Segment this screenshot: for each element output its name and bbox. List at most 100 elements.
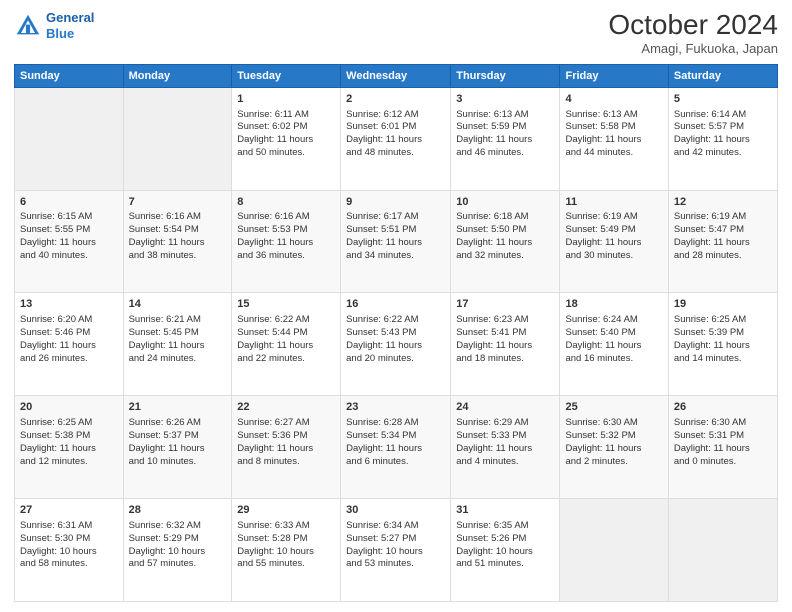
calendar-cell: 28Sunrise: 6:32 AMSunset: 5:29 PMDayligh…: [123, 499, 232, 602]
day-header-sunday: Sunday: [15, 64, 124, 87]
calendar-cell: 19Sunrise: 6:25 AMSunset: 5:39 PMDayligh…: [668, 293, 777, 396]
calendar-cell: 29Sunrise: 6:33 AMSunset: 5:28 PMDayligh…: [232, 499, 341, 602]
cell-text: and 55 minutes.: [237, 558, 335, 571]
logo-general: General: [46, 10, 94, 25]
cell-text: and 28 minutes.: [674, 250, 772, 263]
day-number: 28: [129, 503, 227, 518]
cell-text: Sunrise: 6:30 AM: [565, 417, 662, 430]
cell-text: Sunset: 5:31 PM: [674, 430, 772, 443]
calendar-cell: 4Sunrise: 6:13 AMSunset: 5:58 PMDaylight…: [560, 87, 668, 190]
cell-text: Sunrise: 6:22 AM: [237, 314, 335, 327]
logo-text: General Blue: [46, 10, 94, 41]
calendar-cell: 5Sunrise: 6:14 AMSunset: 5:57 PMDaylight…: [668, 87, 777, 190]
day-number: 2: [346, 92, 445, 107]
cell-text: Sunrise: 6:18 AM: [456, 211, 554, 224]
calendar-cell: 11Sunrise: 6:19 AMSunset: 5:49 PMDayligh…: [560, 190, 668, 293]
calendar-cell: 9Sunrise: 6:17 AMSunset: 5:51 PMDaylight…: [341, 190, 451, 293]
cell-text: and 30 minutes.: [565, 250, 662, 263]
cell-text: Sunrise: 6:29 AM: [456, 417, 554, 430]
cell-text: Sunrise: 6:28 AM: [346, 417, 445, 430]
calendar-cell: 7Sunrise: 6:16 AMSunset: 5:54 PMDaylight…: [123, 190, 232, 293]
logo: General Blue: [14, 10, 94, 41]
calendar-cell: 17Sunrise: 6:23 AMSunset: 5:41 PMDayligh…: [451, 293, 560, 396]
cell-text: Daylight: 11 hours: [237, 237, 335, 250]
cell-text: and 0 minutes.: [674, 456, 772, 469]
cell-text: Sunrise: 6:14 AM: [674, 109, 772, 122]
cell-text: Sunrise: 6:15 AM: [20, 211, 118, 224]
cell-text: and 8 minutes.: [237, 456, 335, 469]
calendar-cell: 20Sunrise: 6:25 AMSunset: 5:38 PMDayligh…: [15, 396, 124, 499]
day-number: 9: [346, 195, 445, 210]
week-row-1: 1Sunrise: 6:11 AMSunset: 6:02 PMDaylight…: [15, 87, 778, 190]
calendar-cell: 27Sunrise: 6:31 AMSunset: 5:30 PMDayligh…: [15, 499, 124, 602]
cell-text: and 2 minutes.: [565, 456, 662, 469]
calendar-cell: [560, 499, 668, 602]
cell-text: Sunset: 5:53 PM: [237, 224, 335, 237]
day-number: 30: [346, 503, 445, 518]
cell-text: Sunset: 5:37 PM: [129, 430, 227, 443]
calendar-cell: 13Sunrise: 6:20 AMSunset: 5:46 PMDayligh…: [15, 293, 124, 396]
day-header-tuesday: Tuesday: [232, 64, 341, 87]
cell-text: Sunset: 5:26 PM: [456, 533, 554, 546]
cell-text: and 22 minutes.: [237, 353, 335, 366]
cell-text: Sunrise: 6:34 AM: [346, 520, 445, 533]
cell-text: Daylight: 11 hours: [237, 134, 335, 147]
week-row-3: 13Sunrise: 6:20 AMSunset: 5:46 PMDayligh…: [15, 293, 778, 396]
cell-text: and 34 minutes.: [346, 250, 445, 263]
cell-text: Daylight: 11 hours: [346, 340, 445, 353]
cell-text: Daylight: 11 hours: [456, 237, 554, 250]
cell-text: Sunset: 5:59 PM: [456, 121, 554, 134]
cell-text: and 16 minutes.: [565, 353, 662, 366]
cell-text: Daylight: 11 hours: [565, 237, 662, 250]
day-number: 14: [129, 297, 227, 312]
cell-text: Daylight: 11 hours: [674, 443, 772, 456]
day-number: 11: [565, 195, 662, 210]
page: General Blue October 2024 Amagi, Fukuoka…: [0, 0, 792, 612]
cell-text: and 42 minutes.: [674, 147, 772, 160]
cell-text: Sunset: 5:45 PM: [129, 327, 227, 340]
cell-text: Sunrise: 6:26 AM: [129, 417, 227, 430]
cell-text: Sunset: 5:44 PM: [237, 327, 335, 340]
day-number: 23: [346, 400, 445, 415]
cell-text: Sunset: 6:01 PM: [346, 121, 445, 134]
day-number: 6: [20, 195, 118, 210]
cell-text: Sunset: 5:33 PM: [456, 430, 554, 443]
cell-text: Daylight: 11 hours: [129, 340, 227, 353]
calendar-cell: 10Sunrise: 6:18 AMSunset: 5:50 PMDayligh…: [451, 190, 560, 293]
cell-text: Sunrise: 6:12 AM: [346, 109, 445, 122]
cell-text: Daylight: 10 hours: [346, 546, 445, 559]
calendar-cell: 14Sunrise: 6:21 AMSunset: 5:45 PMDayligh…: [123, 293, 232, 396]
cell-text: and 18 minutes.: [456, 353, 554, 366]
calendar-cell: 16Sunrise: 6:22 AMSunset: 5:43 PMDayligh…: [341, 293, 451, 396]
day-number: 21: [129, 400, 227, 415]
calendar-cell: 25Sunrise: 6:30 AMSunset: 5:32 PMDayligh…: [560, 396, 668, 499]
cell-text: Daylight: 11 hours: [565, 340, 662, 353]
day-header-monday: Monday: [123, 64, 232, 87]
calendar-cell: 12Sunrise: 6:19 AMSunset: 5:47 PMDayligh…: [668, 190, 777, 293]
title-block: October 2024 Amagi, Fukuoka, Japan: [608, 10, 778, 56]
day-number: 13: [20, 297, 118, 312]
day-header-thursday: Thursday: [451, 64, 560, 87]
cell-text: Daylight: 10 hours: [20, 546, 118, 559]
cell-text: Daylight: 11 hours: [20, 237, 118, 250]
cell-text: and 51 minutes.: [456, 558, 554, 571]
cell-text: Sunrise: 6:20 AM: [20, 314, 118, 327]
week-row-5: 27Sunrise: 6:31 AMSunset: 5:30 PMDayligh…: [15, 499, 778, 602]
day-number: 7: [129, 195, 227, 210]
calendar-cell: [123, 87, 232, 190]
calendar: SundayMondayTuesdayWednesdayThursdayFrid…: [14, 64, 778, 602]
day-number: 29: [237, 503, 335, 518]
cell-text: Sunset: 5:36 PM: [237, 430, 335, 443]
day-number: 3: [456, 92, 554, 107]
cell-text: Sunset: 5:29 PM: [129, 533, 227, 546]
cell-text: Sunset: 5:38 PM: [20, 430, 118, 443]
day-number: 12: [674, 195, 772, 210]
cell-text: Sunset: 5:27 PM: [346, 533, 445, 546]
cell-text: Sunrise: 6:32 AM: [129, 520, 227, 533]
cell-text: and 46 minutes.: [456, 147, 554, 160]
cell-text: and 44 minutes.: [565, 147, 662, 160]
calendar-cell: [668, 499, 777, 602]
cell-text: Sunset: 5:40 PM: [565, 327, 662, 340]
day-number: 19: [674, 297, 772, 312]
cell-text: Daylight: 11 hours: [237, 443, 335, 456]
